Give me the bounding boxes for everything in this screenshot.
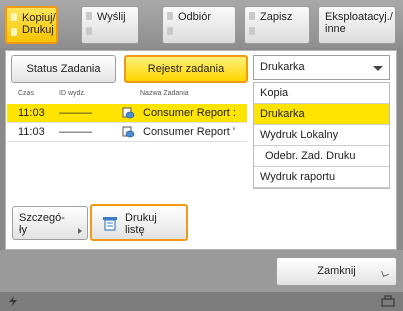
tab-indicator-icon: [167, 12, 173, 20]
details-label: Szczegó-: [19, 212, 65, 224]
print-list-icon: [103, 217, 117, 231]
status-bar: [0, 292, 403, 311]
power-saving-icon: [9, 296, 17, 307]
tab-label: Odbiór: [178, 11, 212, 23]
option-copy[interactable]: Kopia: [254, 83, 389, 104]
print-job-icon: [122, 107, 135, 119]
row-job-name: Consumer Report :: [143, 107, 236, 119]
tab-indicator-icon: [11, 13, 17, 21]
tab-indicator-icon: [86, 27, 92, 35]
row-id: ———: [59, 126, 92, 138]
tab-label: Drukuj: [22, 24, 54, 36]
option-report-print[interactable]: Wydruk raportu: [254, 167, 389, 188]
tab-indicator-icon: [86, 12, 92, 20]
tab-label: inne: [325, 23, 346, 35]
chevron-right-icon: [78, 228, 82, 234]
tab-receive[interactable]: Odbiór: [162, 6, 236, 44]
return-arrow-icon: [381, 269, 389, 277]
job-type-select[interactable]: Drukarka: [253, 55, 390, 80]
tab-label: Wyślij: [97, 11, 126, 23]
tab-job-log[interactable]: Rejestr zadania: [124, 55, 248, 83]
print-job-icon: [122, 126, 135, 138]
tab-label: Eksploatacyj./: [325, 11, 393, 23]
tab-job-status[interactable]: Status Zadania: [11, 55, 116, 83]
row-job-name: Consumer Report ': [143, 126, 235, 138]
job-type-select-value: Drukarka: [260, 61, 305, 73]
tab-label: Kopiuj/: [22, 12, 56, 24]
tab-indicator-icon: [249, 12, 255, 20]
tab-copy-print[interactable]: Kopiuj/ Drukuj: [5, 6, 58, 44]
print-list-button[interactable]: Drukuj listę: [90, 204, 188, 241]
tab-send[interactable]: Wyślij: [81, 6, 139, 44]
tab-label: Zapisz: [260, 11, 293, 23]
mode-tab-bar: Kopiuj/ Drukuj Wyślij Odbiór Zapisz Eksp…: [0, 0, 403, 48]
table-row[interactable]: 11:03 ——— Consumer Report :: [7, 104, 247, 122]
details-button[interactable]: Szczegó- ły: [12, 206, 88, 240]
row-id: ———: [59, 107, 92, 119]
chevron-down-icon: [373, 66, 383, 71]
tab-store[interactable]: Zapisz: [244, 6, 310, 44]
option-local-print[interactable]: Wydruk Lokalny: [254, 125, 389, 146]
option-printer[interactable]: Drukarka: [254, 104, 389, 125]
column-header-job-name: Nazwa Zadania: [140, 90, 189, 97]
details-label: ły: [19, 224, 27, 236]
job-type-options: Kopia Drukarka Wydruk Lokalny Odebr. Zad…: [253, 82, 390, 189]
close-button[interactable]: Zamknij: [276, 257, 397, 286]
print-list-label: listę: [125, 224, 145, 236]
job-log-panel: Status Zadania Rejestr zadania Drukarka …: [5, 50, 397, 250]
row-time: 11:03: [18, 126, 45, 138]
option-received-print-jobs[interactable]: Odebr. Zad. Druku: [254, 146, 389, 167]
tab-indicator-icon: [167, 27, 173, 35]
column-header-id: ID wydz.: [59, 90, 86, 97]
row-time: 11:03: [18, 107, 45, 119]
action-bar: Zamknij: [0, 250, 403, 292]
tab-maintenance-other[interactable]: Eksploatacyj./ inne: [318, 6, 396, 44]
row-divider: [7, 141, 247, 142]
table-row[interactable]: 11:03 ——— Consumer Report ': [7, 123, 247, 141]
device-status-icon[interactable]: [381, 295, 395, 308]
column-header-time: Czas: [18, 90, 34, 97]
tab-indicator-icon: [249, 27, 255, 35]
close-label: Zamknij: [317, 265, 356, 277]
print-list-label: Drukuj: [125, 212, 157, 224]
tab-indicator-icon: [11, 28, 17, 36]
